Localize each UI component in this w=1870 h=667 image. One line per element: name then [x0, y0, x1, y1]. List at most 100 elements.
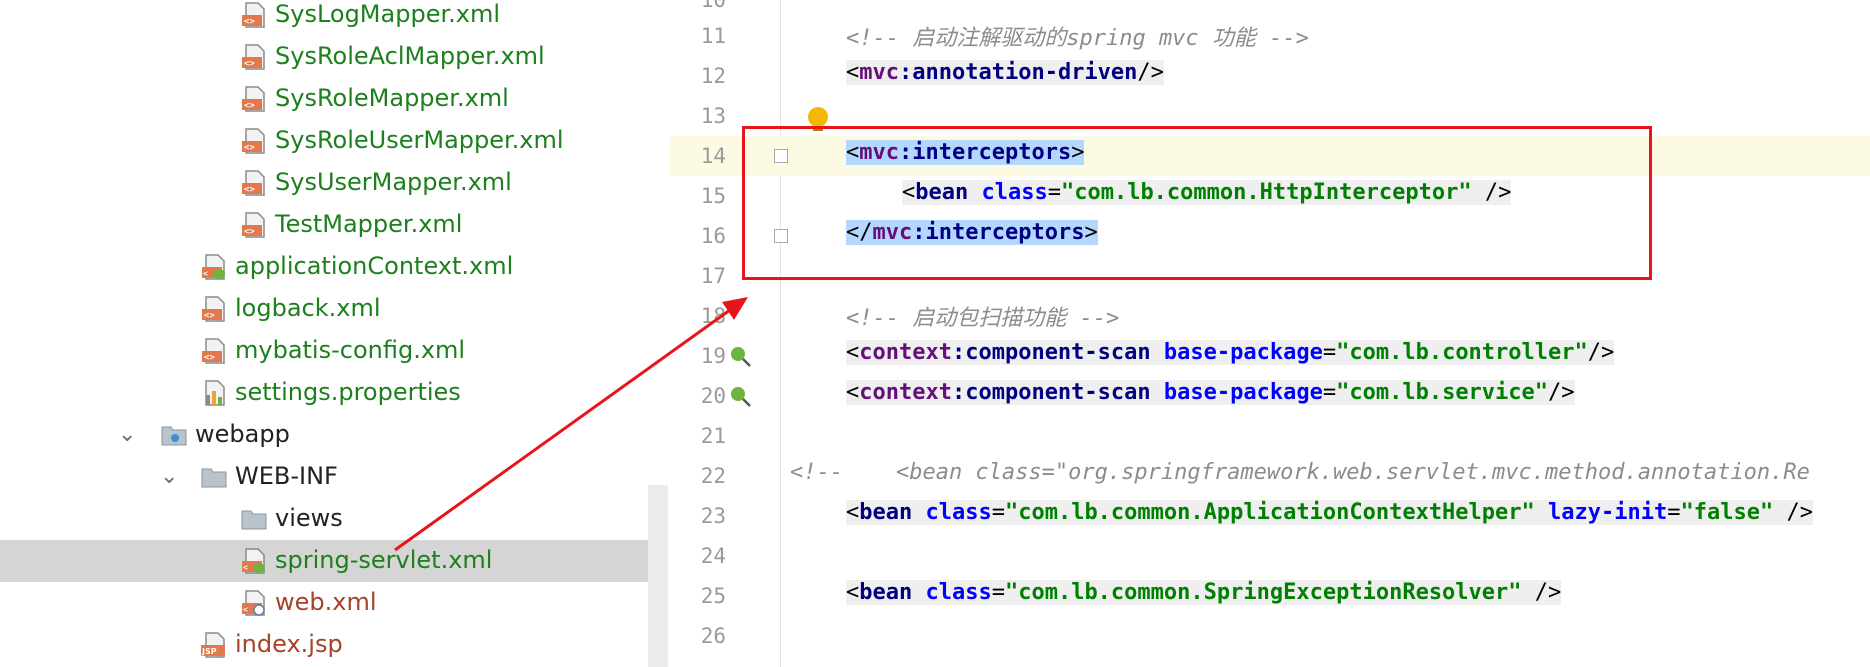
line-number: 18 [700, 304, 726, 328]
chevron-down-icon[interactable]: ⌄ [160, 464, 178, 489]
code-token: lazy-init [1548, 500, 1668, 525]
code-token: = [1667, 500, 1681, 525]
tree-item-sysrolemapper[interactable]: <> SysRoleMapper.xml [0, 78, 668, 120]
tree-item-webapp[interactable]: ⌄ webapp [0, 414, 668, 456]
tree-item-web-inf[interactable]: ⌄ WEB-INF [0, 456, 668, 498]
code-token: : [951, 340, 966, 365]
code-token: /> [1548, 380, 1575, 405]
code-token: "com.lb.controller" [1336, 340, 1588, 365]
svg-text:<>: <> [244, 185, 255, 195]
xml-file-icon: <> [242, 86, 265, 112]
code-token: class [925, 500, 992, 525]
tree-item-spring-servlet[interactable]: < spring-servlet.xml [0, 540, 668, 582]
tree-item-label: webapp [195, 420, 290, 448]
tree-item-label: SysRoleAclMapper.xml [275, 42, 545, 70]
line-number: 26 [700, 624, 726, 648]
tree-item-label: SysRoleUserMapper.xml [275, 126, 564, 154]
tree-item-label: views [275, 504, 343, 532]
tree-item-testmapper[interactable]: <> TestMapper.xml [0, 204, 668, 246]
code-token: < [846, 580, 860, 605]
line-number: 12 [700, 64, 726, 88]
code-token: component-scan [965, 340, 1151, 365]
line-number: 14 [700, 144, 726, 168]
spring-xml-file-icon: < [202, 254, 225, 280]
code-token: /> [1521, 580, 1562, 605]
code-comment: <!-- 启动包扫描功能 --> [846, 306, 1120, 331]
tree-item-label: mybatis-config.xml [235, 336, 466, 364]
svg-text:<>: <> [244, 227, 255, 237]
line-number: 13 [700, 104, 726, 128]
line-number: 11 [700, 24, 726, 48]
code-token: class [925, 580, 992, 605]
code-token: component-scan [965, 380, 1151, 405]
tree-item-label: index.jsp [235, 630, 343, 658]
annotation-highlight-box [742, 126, 1652, 280]
code-token: : [951, 380, 966, 405]
code-token: /> [1587, 340, 1615, 365]
intention-lightbulb-icon[interactable] [808, 107, 828, 127]
svg-text:<>: <> [244, 101, 255, 111]
svg-text:<>: <> [244, 59, 255, 69]
tree-item-syslogmapper[interactable]: <> SysLogMapper.xml [0, 0, 668, 36]
xml-file-icon: <> [242, 44, 265, 70]
tree-item-label: web.xml [275, 588, 377, 616]
code-comment: <!-- <bean class="org.springframework.we… [790, 460, 1810, 485]
code-token: = [1322, 380, 1337, 405]
tree-item-label: applicationContext.xml [235, 252, 514, 280]
tree-item-applicationcontext[interactable]: < applicationContext.xml [0, 246, 668, 288]
line-number: 22 [700, 464, 726, 488]
code-token: base-package [1163, 380, 1323, 405]
tree-scrollbar[interactable] [648, 485, 668, 667]
tree-item-label: spring-servlet.xml [275, 546, 493, 574]
line-number: 24 [700, 544, 726, 568]
spring-bean-search-icon[interactable] [728, 384, 752, 408]
tree-item-sysroleaclmapper[interactable]: <> SysRoleAclMapper.xml [0, 36, 668, 78]
tree-item-label: settings.properties [235, 378, 461, 406]
tree-item-label: SysRoleMapper.xml [275, 84, 509, 112]
line-number: 21 [700, 424, 726, 448]
svg-text:<>: <> [244, 17, 255, 27]
tree-item-sysroleusermapper[interactable]: <> SysRoleUserMapper.xml [0, 120, 668, 162]
spring-xml-file-icon: < [242, 548, 265, 574]
line-number: 20 [700, 384, 726, 408]
gutter-separator [780, 0, 781, 667]
code-token: "com.lb.service" [1336, 380, 1549, 405]
svg-text:<>: <> [204, 353, 215, 363]
code-line-20: <context:component-scan base-package="co… [846, 380, 1575, 405]
tree-item-logback[interactable]: <> logback.xml [0, 288, 668, 330]
line-number: 23 [700, 504, 726, 528]
code-token: : [899, 60, 913, 85]
code-token: < [846, 500, 860, 525]
code-token: /> [1773, 500, 1813, 525]
code-editor[interactable]: 10 11 12 13 14 15 16 17 18 19 20 21 22 2… [670, 0, 1870, 667]
code-token: < [846, 340, 860, 365]
tree-item-views[interactable]: views [0, 498, 668, 540]
tree-item-label: SysLogMapper.xml [275, 0, 500, 28]
line-number: 10 [700, 0, 726, 12]
tree-item-web-xml[interactable]: < web.xml [0, 582, 668, 624]
tree-item-settings-properties[interactable]: settings.properties [0, 372, 668, 414]
code-line-19: <context:component-scan base-package="co… [846, 340, 1615, 365]
code-token: < [846, 60, 860, 85]
line-number: 15 [700, 184, 726, 208]
line-number: 19 [700, 344, 726, 368]
tree-item-sysusermapper[interactable]: <> SysUserMapper.xml [0, 162, 668, 204]
tree-item-label: SysUserMapper.xml [275, 168, 512, 196]
tree-item-mybatis-config[interactable]: <> mybatis-config.xml [0, 330, 668, 372]
spring-bean-search-icon[interactable] [728, 344, 752, 368]
folder-icon [201, 468, 227, 488]
chevron-down-icon[interactable]: ⌄ [118, 422, 136, 447]
xml-file-icon: <> [202, 338, 225, 364]
code-token: context [859, 380, 952, 405]
code-token: context [859, 340, 952, 365]
code-token: = [991, 580, 1005, 605]
code-token: "false" [1680, 500, 1774, 525]
code-token: = [991, 500, 1005, 525]
code-comment: <!-- 启动注解驱动的spring mvc 功能 --> [846, 26, 1309, 51]
svg-text:<: < [243, 563, 248, 572]
tree-item-index-jsp[interactable]: JSP index.jsp [0, 624, 668, 666]
svg-text:JSP: JSP [201, 647, 217, 656]
code-token: bean [859, 500, 913, 525]
code-token: = [1322, 340, 1337, 365]
code-token: bean [859, 580, 913, 605]
